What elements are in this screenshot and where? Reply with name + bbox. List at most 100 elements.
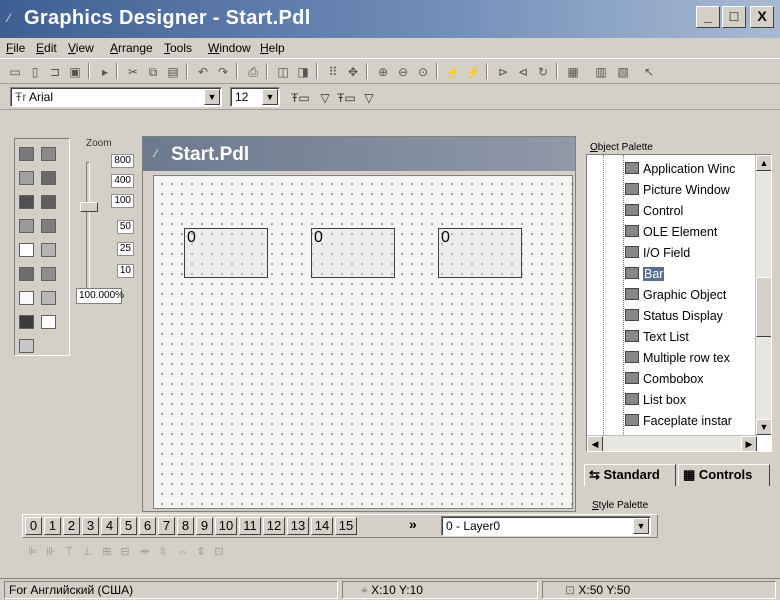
object-palette-item[interactable]: Graphic Object xyxy=(625,285,726,305)
line-color-icon[interactable]: ▽ xyxy=(316,88,334,106)
center-horizontal-icon[interactable]: ⊞ xyxy=(100,545,114,559)
color-swatch[interactable] xyxy=(41,219,56,233)
new-icon[interactable]: ▭ xyxy=(6,62,24,80)
zoom-in-icon[interactable]: ⊕ xyxy=(374,62,392,80)
layer-button[interactable]: 3 xyxy=(82,517,99,535)
layer-select[interactable]: 0 - Layer0 ▼ xyxy=(441,516,651,536)
zoom-fit-icon[interactable]: ⊙ xyxy=(414,62,432,80)
scroll-right-icon[interactable]: ▶ xyxy=(741,436,757,451)
cut-icon[interactable]: ✂ xyxy=(124,62,142,80)
object-palette-item[interactable]: Application Winc xyxy=(625,159,735,179)
horizontal-scrollbar[interactable]: ◀ ▶ xyxy=(587,435,757,451)
menu-arrange[interactable]: Arrange xyxy=(110,41,153,55)
zoom-level-400[interactable]: 400 xyxy=(111,174,134,188)
save-icon[interactable]: ▣ xyxy=(66,62,84,80)
object-palette-item[interactable]: Status Display xyxy=(625,306,723,326)
menu-tools[interactable]: Tools xyxy=(164,41,192,55)
layer-button[interactable]: 14 xyxy=(311,517,333,535)
menu-window[interactable]: Window xyxy=(208,41,251,55)
io-field-2[interactable]: 0 xyxy=(311,228,395,278)
menu-view[interactable]: View xyxy=(68,41,94,55)
drawing-canvas[interactable]: 0 0 0 xyxy=(153,175,573,509)
undo-icon[interactable]: ↶ xyxy=(194,62,212,80)
align-top-icon[interactable]: ⊤ xyxy=(62,545,76,559)
chevron-down-icon[interactable]: ▼ xyxy=(204,89,220,105)
menu-edit[interactable]: Edit xyxy=(36,41,57,55)
color-picker-icon[interactable] xyxy=(19,339,34,353)
zoom-level-800[interactable]: 800 xyxy=(111,154,134,168)
zoom-level-50[interactable]: 50 xyxy=(116,220,134,234)
layer-button[interactable]: 11 xyxy=(239,517,261,535)
snap-icon[interactable]: ✥ xyxy=(344,62,362,80)
tab-standard[interactable]: ⇆ Standard xyxy=(584,464,676,486)
new-picture-icon[interactable]: ▯ xyxy=(26,62,44,80)
redo-icon[interactable]: ↷ xyxy=(214,62,232,80)
tag-link-icon[interactable]: ⚡ xyxy=(464,62,482,80)
vertical-scrollbar[interactable]: ▲ ▼ xyxy=(755,155,771,435)
color-swatch[interactable] xyxy=(41,147,56,161)
color-swatch[interactable] xyxy=(19,315,34,329)
object-palette-item[interactable]: Bar xyxy=(625,264,665,284)
color-swatch[interactable] xyxy=(19,267,34,281)
maximize-button[interactable]: □ xyxy=(722,6,746,28)
copy-icon[interactable]: ⧉ xyxy=(144,62,162,80)
font-name-select[interactable]: Ŧr Arial ▼ xyxy=(10,87,222,107)
chevron-down-icon[interactable]: ▼ xyxy=(633,518,649,534)
color-swatch[interactable] xyxy=(19,243,34,257)
text-color-icon[interactable]: Ŧ▭ xyxy=(290,88,310,106)
color-swatch[interactable] xyxy=(19,291,34,305)
color-swatch[interactable] xyxy=(41,291,56,305)
object-palette-item[interactable]: I/O Field xyxy=(625,243,690,263)
io-field-3[interactable]: 0 xyxy=(438,228,522,278)
spread-vertical-icon[interactable]: ⇳ xyxy=(156,545,170,559)
object-palette-item[interactable]: Text List xyxy=(625,327,689,347)
object-palette-item[interactable]: List box xyxy=(625,390,686,410)
zoom-slider-track[interactable] xyxy=(86,162,90,290)
layer-button[interactable]: 5 xyxy=(120,517,137,535)
layer-button[interactable]: 8 xyxy=(177,517,194,535)
same-size-icon[interactable]: ⊡ xyxy=(212,545,226,559)
zoom-level-25[interactable]: 25 xyxy=(116,242,134,256)
background-color-icon[interactable]: ▽ xyxy=(360,88,378,106)
same-width-icon[interactable]: ⇔ xyxy=(176,545,190,559)
zoom-slider-thumb[interactable] xyxy=(80,202,98,212)
zoom-level-10[interactable]: 10 xyxy=(116,264,134,278)
object-palette-item[interactable]: Picture Window xyxy=(625,180,730,200)
color-swatch[interactable] xyxy=(41,267,56,281)
align-left-icon[interactable]: ⊫ xyxy=(26,545,40,559)
font-size-select[interactable]: 12 ▼ xyxy=(230,87,280,107)
center-vertical-icon[interactable]: ⊟ xyxy=(118,545,132,559)
minimize-button[interactable]: _ xyxy=(696,6,720,28)
color-swatch[interactable] xyxy=(19,195,34,209)
tab-controls[interactable]: ▦ Controls xyxy=(678,464,770,486)
paste-icon[interactable]: ▤ xyxy=(164,62,182,80)
print-icon[interactable]: ⎙ xyxy=(244,62,262,80)
chevron-down-icon[interactable]: ▼ xyxy=(262,89,278,105)
same-height-icon[interactable]: ⇕ xyxy=(194,545,208,559)
color-swatch[interactable] xyxy=(19,171,34,185)
layer-button[interactable]: 9 xyxy=(196,517,213,535)
align-left-icon[interactable]: ⊳ xyxy=(494,62,512,80)
layer-button[interactable]: 10 xyxy=(215,517,237,535)
layer-button[interactable]: 2 xyxy=(63,517,80,535)
scroll-down-icon[interactable]: ▼ xyxy=(756,419,771,435)
bring-front-icon[interactable]: ◫ xyxy=(274,62,292,80)
layer-button[interactable]: 13 xyxy=(287,517,309,535)
zoom-level-100[interactable]: 100 xyxy=(111,194,134,208)
object-palette-item[interactable]: Control xyxy=(625,201,683,221)
menu-help[interactable]: Help xyxy=(260,41,285,55)
layer-button[interactable]: 1 xyxy=(44,517,61,535)
layer-button[interactable]: 12 xyxy=(263,517,285,535)
layer-button[interactable]: 4 xyxy=(101,517,118,535)
properties-icon[interactable]: ▦ xyxy=(564,62,582,80)
align-right-icon[interactable]: ⊪ xyxy=(44,545,58,559)
help-pointer-icon[interactable]: ↖ xyxy=(640,62,658,80)
grid-icon[interactable]: ⠿ xyxy=(324,62,342,80)
menu-file[interactable]: File xyxy=(6,41,25,55)
scroll-left-icon[interactable]: ◀ xyxy=(587,436,603,451)
library-icon[interactable]: ▧ xyxy=(614,62,632,80)
tag-icon[interactable]: ⚡ xyxy=(444,62,462,80)
runtime-icon[interactable]: ▸ xyxy=(96,62,114,80)
io-field-1[interactable]: 0 xyxy=(184,228,268,278)
object-palette-item[interactable]: Faceplate instar xyxy=(625,411,732,431)
